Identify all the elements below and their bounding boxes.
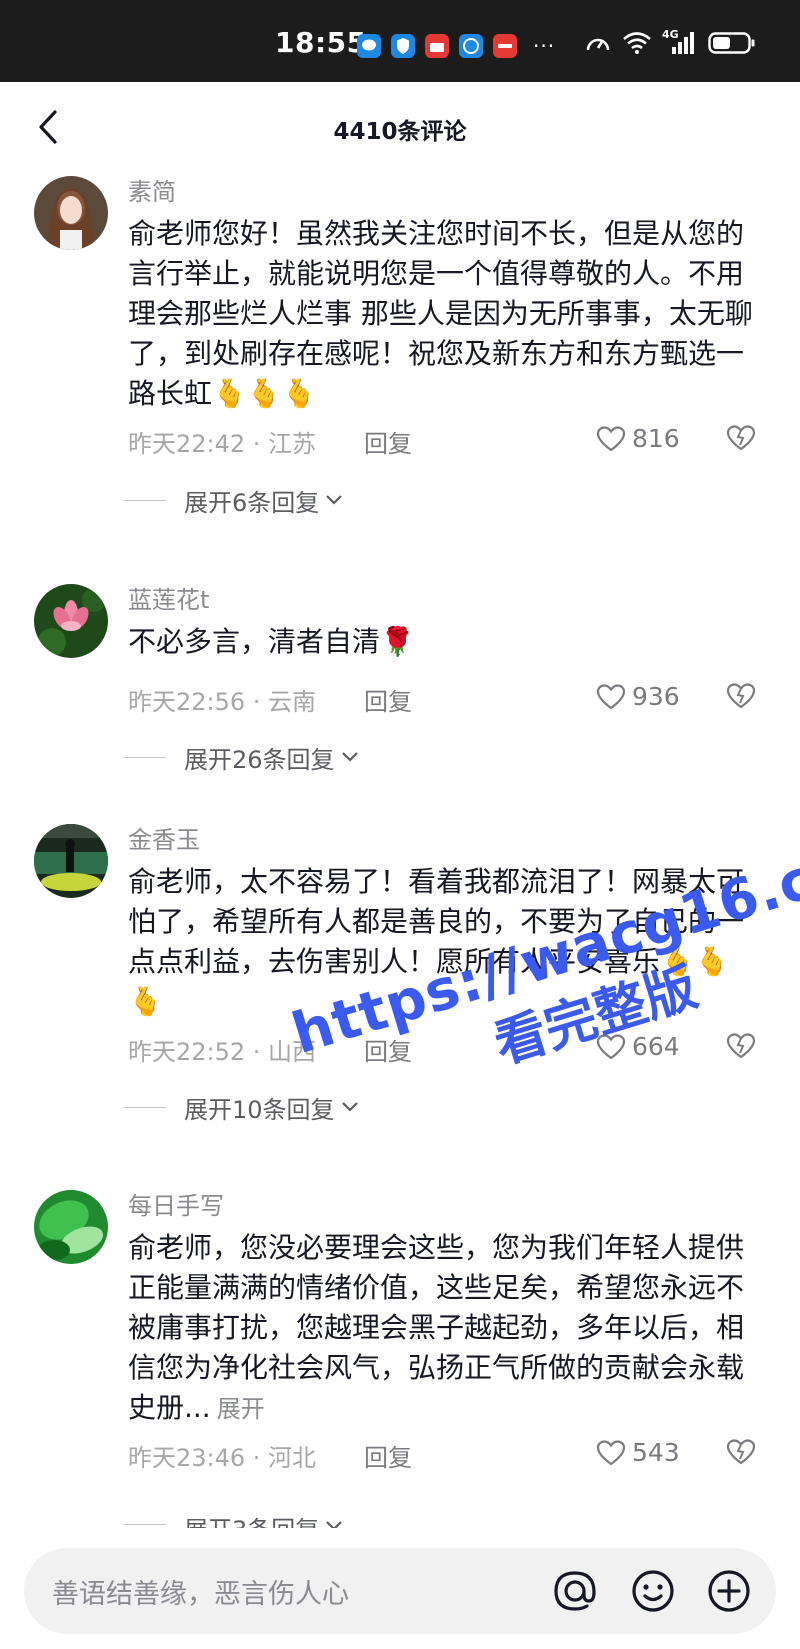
speed-icon xyxy=(586,38,610,51)
like-count: 936 xyxy=(632,682,680,711)
comment-time-location: 昨天22:42 · 江苏 xyxy=(128,430,317,458)
divider xyxy=(124,1524,166,1525)
xiaohongshu-icon xyxy=(493,34,517,58)
like-count: 816 xyxy=(632,424,680,453)
divider xyxy=(124,756,166,758)
expand-replies-text: 展开26条回复 xyxy=(184,745,335,774)
shield-icon xyxy=(391,34,415,58)
dislike-icon[interactable] xyxy=(726,424,756,452)
expand-replies-button[interactable]: 展开6条回复 xyxy=(124,483,343,517)
avatar[interactable] xyxy=(34,1190,108,1264)
status-time: 18:55 xyxy=(275,26,367,59)
emoji: 🫰🫰🫰 xyxy=(212,377,317,410)
avatar[interactable] xyxy=(34,176,108,250)
comment-time-location: 昨天22:56 · 云南 xyxy=(128,688,317,716)
comment-body: 俞老师，太不容易了！看着我都流泪了！网暴太可怕了，希望所有人都是善良的，不要为了… xyxy=(128,865,745,978)
heart-icon xyxy=(596,425,626,451)
chevron-down-icon xyxy=(326,1521,343,1528)
chat-bubble-icon xyxy=(357,34,381,58)
expand-replies-text: 展开6条回复 xyxy=(184,488,320,517)
reply-button[interactable]: 回复 xyxy=(364,682,412,717)
comment-meta: 昨天22:42 · 江苏 回复 816 xyxy=(128,424,768,458)
emoji-icon[interactable] xyxy=(628,1566,678,1616)
heart-icon xyxy=(596,1439,626,1465)
reply-button[interactable]: 回复 xyxy=(364,1032,412,1067)
comments-header: 4410条评论 xyxy=(0,82,800,174)
comment-meta: 昨天22:56 · 云南 回复 936 xyxy=(128,682,768,716)
comment-item: 每日手写 俞老师，您没必要理会这些，您为我们年轻人提供正能量满满的情绪价值，这些… xyxy=(0,1188,800,1528)
huawei-mall-icon xyxy=(425,34,449,58)
comment-text: 不必多言，清者自清🌹 xyxy=(128,622,756,662)
comment-username[interactable]: 金香玉 xyxy=(128,820,200,855)
avatar[interactable] xyxy=(34,824,108,898)
comment-username[interactable]: 每日手写 xyxy=(128,1186,224,1221)
like-button[interactable]: 816 xyxy=(596,424,680,453)
like-button[interactable]: 936 xyxy=(596,682,680,711)
at-icon[interactable] xyxy=(550,1566,600,1616)
like-button[interactable]: 664 xyxy=(596,1032,680,1061)
system-icons: 4G xyxy=(584,28,756,56)
comment-text: 俞老师您好！虽然我关注您时间不长，但是从您的言行举止，就能说明您是一个值得尊敬的… xyxy=(128,214,756,414)
heart-icon xyxy=(596,683,626,709)
comment-time-location: 昨天23:46 · 河北 xyxy=(128,1444,317,1472)
comment-text: 俞老师，太不容易了！看着我都流泪了！网暴太可怕了，希望所有人都是善良的，不要为了… xyxy=(128,862,756,1022)
expand-replies-button[interactable]: 展开10条回复 xyxy=(124,1090,359,1124)
comment-input[interactable]: 善语结善缘，恶言伤人心 xyxy=(52,1572,349,1611)
heart-icon xyxy=(596,1033,626,1059)
divider xyxy=(124,1106,166,1108)
expand-replies-text: 展开3条回复 xyxy=(184,1510,319,1528)
reply-button[interactable]: 回复 xyxy=(364,424,412,459)
comment-meta: 昨天22:52 · 山西 回复 664 xyxy=(128,1032,768,1066)
divider xyxy=(124,499,166,501)
comment-input-bar[interactable]: 善语结善缘，恶言伤人心 xyxy=(24,1548,776,1634)
comment-item: 金香玉 俞老师，太不容易了！看着我都流泪了！网暴太可怕了，希望所有人都是善良的，… xyxy=(0,822,800,1142)
comment-text: 俞老师，您没必要理会这些，您为我们年轻人提供正能量满满的情绪价值，这些足矣，希望… xyxy=(128,1228,756,1429)
avatar[interactable] xyxy=(34,584,108,658)
browser-icon xyxy=(459,34,483,58)
read-more-link[interactable]: 展开 xyxy=(217,1395,265,1423)
emoji: 🌹 xyxy=(380,625,415,658)
wifi-icon xyxy=(623,32,651,54)
expand-replies-button[interactable]: 展开3条回复 xyxy=(124,1510,343,1528)
chevron-down-icon xyxy=(341,1102,358,1112)
more-notifications-icon: ··· xyxy=(533,34,556,58)
dislike-icon[interactable] xyxy=(726,682,756,710)
cellular-signal-icon: 4G xyxy=(662,28,698,56)
comment-time-location: 昨天22:52 · 山西 xyxy=(128,1038,317,1066)
comment-body: 不必多言，清者自清 xyxy=(128,625,381,658)
comment-username[interactable]: 蓝莲花t xyxy=(128,580,209,615)
expand-replies-button[interactable]: 展开26条回复 xyxy=(124,740,359,774)
status-bar: 18:55 ··· 4G xyxy=(0,0,800,82)
comment-item: 素简 俞老师您好！虽然我关注您时间不长，但是从您的言行举止，就能说明您是一个值得… xyxy=(0,174,800,544)
notification-icons: ··· xyxy=(357,34,555,58)
like-button[interactable]: 543 xyxy=(596,1438,680,1467)
like-count: 664 xyxy=(632,1032,680,1061)
comment-item: 蓝莲花t 不必多言，清者自清🌹 昨天22:56 · 云南 回复 936 展开26… xyxy=(0,582,800,782)
chevron-down-icon xyxy=(326,495,343,505)
like-count: 543 xyxy=(632,1438,680,1467)
dislike-icon[interactable] xyxy=(726,1438,756,1466)
comment-username[interactable]: 素简 xyxy=(128,172,176,207)
comment-meta: 昨天23:46 · 河北 回复 543 xyxy=(128,1438,768,1472)
expand-replies-text: 展开10条回复 xyxy=(184,1095,335,1124)
chevron-down-icon xyxy=(341,752,358,762)
page-title: 4410条评论 xyxy=(333,119,467,145)
dislike-icon[interactable] xyxy=(726,1032,756,1060)
battery-icon xyxy=(708,32,755,54)
plus-icon[interactable] xyxy=(704,1566,754,1616)
reply-button[interactable]: 回复 xyxy=(364,1438,412,1473)
